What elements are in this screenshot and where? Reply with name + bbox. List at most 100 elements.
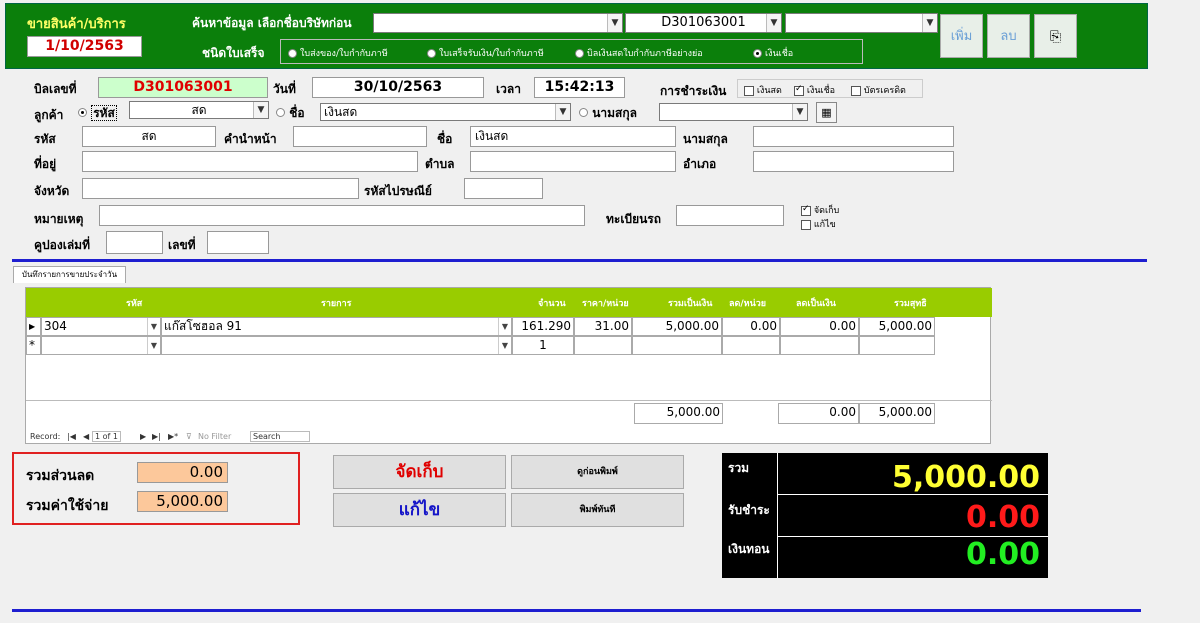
exit-button[interactable]: ⎘ (1034, 14, 1077, 58)
cell-code[interactable]: 304 ▼ (41, 317, 161, 336)
cell-disc-amt[interactable]: 0.00 (780, 317, 859, 336)
customer-surname-radio[interactable]: นามสกุล (579, 104, 637, 123)
coupon-number-field[interactable] (207, 231, 269, 254)
checkbox-checked-icon (801, 204, 811, 216)
cell-item[interactable]: แก๊สโซฮอล 91 ▼ (161, 317, 512, 336)
bill-no-field[interactable]: D301063001 (98, 77, 268, 98)
company-select[interactable]: ▼ (373, 13, 623, 33)
cell-code-value: 304 (44, 319, 67, 333)
cell-qty[interactable]: 161.290 (512, 317, 574, 336)
app-title: ขายสินค้า/บริการ (27, 17, 126, 32)
record-position[interactable]: 1 of 1 (92, 431, 121, 442)
row-selector-icon[interactable]: ▶ (26, 317, 41, 336)
chevron-down-icon[interactable]: ▼ (147, 318, 160, 335)
chevron-down-icon[interactable]: ▼ (147, 337, 160, 354)
customer-code-radio[interactable]: รหัส (78, 104, 117, 123)
chevron-down-icon[interactable]: ▼ (498, 337, 511, 354)
chevron-down-icon[interactable]: ▼ (922, 14, 937, 32)
radio-icon (288, 48, 297, 58)
extra-select[interactable]: ▼ (785, 13, 938, 33)
prefix-field[interactable] (293, 126, 427, 147)
chevron-down-icon[interactable]: ▼ (766, 14, 781, 32)
new-cell-disc-unit[interactable] (722, 336, 780, 355)
total-net: 5,000.00 (859, 403, 935, 424)
cell-amount[interactable]: 5,000.00 (632, 317, 722, 336)
chevron-down-icon[interactable]: ▼ (253, 102, 268, 118)
payment-label: การชำระเงิน (660, 84, 727, 98)
district-field[interactable] (753, 151, 954, 172)
cell-disc-unit[interactable]: 0.00 (722, 317, 780, 336)
payment-credit[interactable]: เงินเชื่อ (794, 83, 835, 97)
payment-cash[interactable]: เงินสด (744, 83, 782, 97)
radio-label: บิลเงินสดใบกำกับภาษีอย่างย่อ (587, 49, 703, 59)
new-cell-disc-amt[interactable] (780, 336, 859, 355)
new-cell-qty[interactable]: 1 (512, 336, 574, 355)
grid-header: รหัส รายการ จำนวน ราคา/หน่วย รวมเป็นเงิน… (26, 288, 992, 317)
chevron-down-icon[interactable]: ▼ (607, 14, 622, 32)
new-cell-item[interactable]: ▼ (161, 336, 512, 355)
new-cell-net[interactable] (859, 336, 935, 355)
preview-button[interactable]: ดูก่อนพิมพ์ (511, 455, 684, 489)
add-customer-button[interactable]: ▦ (816, 102, 837, 123)
total-value: 5,000.00 (891, 460, 1040, 495)
edit-checkbox[interactable]: แก้ไข (801, 217, 836, 231)
tab-daily-sales[interactable]: บันทึกรายการขายประจำวัน (13, 266, 126, 283)
edit-button[interactable]: แก้ไข (333, 493, 506, 527)
save-checkbox-label: จัดเก็บ (813, 206, 840, 216)
radio-label: ใบส่งของ/ใบกำกับภาษี (300, 49, 388, 59)
save-button[interactable]: จัดเก็บ (333, 455, 506, 489)
payment-card[interactable]: บัตรเครดิต (851, 83, 906, 97)
coupon-field[interactable] (106, 231, 163, 254)
new-row-marker[interactable]: * (26, 336, 41, 355)
customer-code-select[interactable]: สด ▼ (129, 101, 269, 119)
invoice-select[interactable]: D301063001 ▼ (625, 13, 782, 33)
note-field[interactable] (99, 205, 585, 226)
customer-name-select[interactable]: เงินสด ▼ (320, 103, 571, 121)
payment-card-label: บัตรเครดิต (863, 86, 906, 96)
grid-footer-line (26, 400, 992, 401)
bill-date-field[interactable]: 30/10/2563 (312, 77, 484, 98)
new-record-icon[interactable]: ▶* (168, 432, 178, 441)
code-field[interactable]: สด (82, 126, 216, 147)
save-checkbox[interactable]: จัดเก็บ (801, 203, 839, 217)
doc-type-radio-delivery[interactable]: ใบส่งของ/ใบกำกับภาษี (288, 46, 388, 60)
paid-value[interactable]: 0.00 (966, 500, 1040, 535)
bill-date-label: วันที่ (273, 82, 296, 96)
province-field[interactable] (82, 178, 359, 199)
chevron-down-icon[interactable]: ▼ (498, 318, 511, 335)
print-button[interactable]: พิมพ์ทันที (511, 493, 684, 527)
address-field[interactable] (82, 151, 418, 172)
bill-time-field[interactable]: 15:42:13 (534, 77, 625, 98)
record-label: Record: (30, 432, 61, 441)
expense-field[interactable]: 5,000.00 (137, 491, 228, 512)
subdistrict-field[interactable] (470, 151, 676, 172)
filter-status[interactable]: No Filter (198, 432, 231, 441)
doc-type-radio-credit[interactable]: เงินเชื่อ (753, 46, 793, 60)
prev-record-icon[interactable]: ◀ (83, 432, 89, 441)
chevron-down-icon[interactable]: ▼ (555, 104, 570, 120)
last-record-icon[interactable]: ▶| (152, 432, 161, 441)
col-net: รวมสุทธิ (894, 299, 927, 309)
next-record-icon[interactable]: ▶ (140, 432, 146, 441)
first-record-icon[interactable]: |◀ (67, 432, 76, 441)
cell-net[interactable]: 5,000.00 (859, 317, 935, 336)
cell-price[interactable]: 31.00 (574, 317, 632, 336)
postal-field[interactable] (464, 178, 543, 199)
total-disc-amt: 0.00 (778, 403, 859, 424)
name-field[interactable]: เงินสด (470, 126, 676, 147)
delete-button[interactable]: ลบ (987, 14, 1030, 58)
divider-bottom (12, 609, 1141, 612)
customer-name-radio[interactable]: ชื่อ (276, 104, 305, 123)
grid-search-input[interactable]: Search (250, 431, 310, 442)
customer-surname-select[interactable]: ▼ (659, 103, 808, 121)
surname-field[interactable] (753, 126, 954, 147)
doc-type-radio-receipt[interactable]: ใบเสร็จรับเงิน/ใบกำกับภาษี (427, 46, 544, 60)
add-button[interactable]: เพิ่ม (940, 14, 983, 58)
doc-type-radio-cash-bill[interactable]: บิลเงินสดใบกำกับภาษีอย่างย่อ (575, 46, 703, 60)
discount-field[interactable]: 0.00 (137, 462, 228, 483)
plate-field[interactable] (676, 205, 784, 226)
new-cell-price[interactable] (574, 336, 632, 355)
new-cell-code[interactable]: ▼ (41, 336, 161, 355)
new-cell-amount[interactable] (632, 336, 722, 355)
chevron-down-icon[interactable]: ▼ (792, 104, 807, 120)
